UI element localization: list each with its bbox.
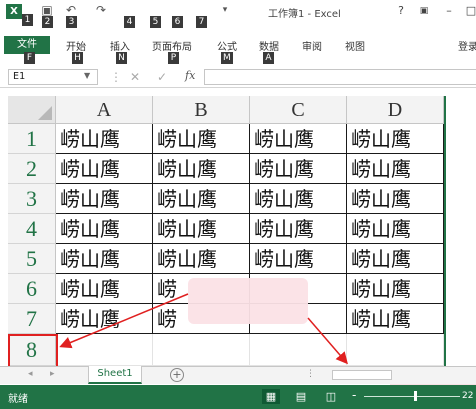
normal-view-icon[interactable]: ▦ [262,389,280,404]
annotation-arrow-right [307,317,348,365]
zoom-out-button[interactable]: - [352,388,356,402]
sheet-tab-bar: ◂ ▸ Sheet1 + ⋮ [0,366,476,384]
status-ready: 就绪 [8,394,28,405]
zoom-slider[interactable] [364,396,460,397]
scroll-right-icon[interactable]: ▸ [50,369,55,379]
tab-sheet1[interactable]: Sheet1 [88,366,142,384]
annotation-arrows [59,293,348,365]
tab-split-icon[interactable]: ⋮ [306,369,315,379]
horizontal-scrollbar[interactable] [332,370,392,380]
add-sheet-button[interactable]: + [170,368,184,382]
annotation-arrow-left [59,293,189,349]
page-break-view-icon[interactable]: ◫ [322,389,340,404]
zoom-level[interactable]: 22 [462,391,473,401]
status-bar: 就绪 ▦ ▤ ◫ - 22 [0,385,476,409]
scroll-left-icon[interactable]: ◂ [28,369,33,379]
page-layout-view-icon[interactable]: ▤ [292,389,310,404]
zoom-slider-thumb[interactable] [414,391,417,401]
